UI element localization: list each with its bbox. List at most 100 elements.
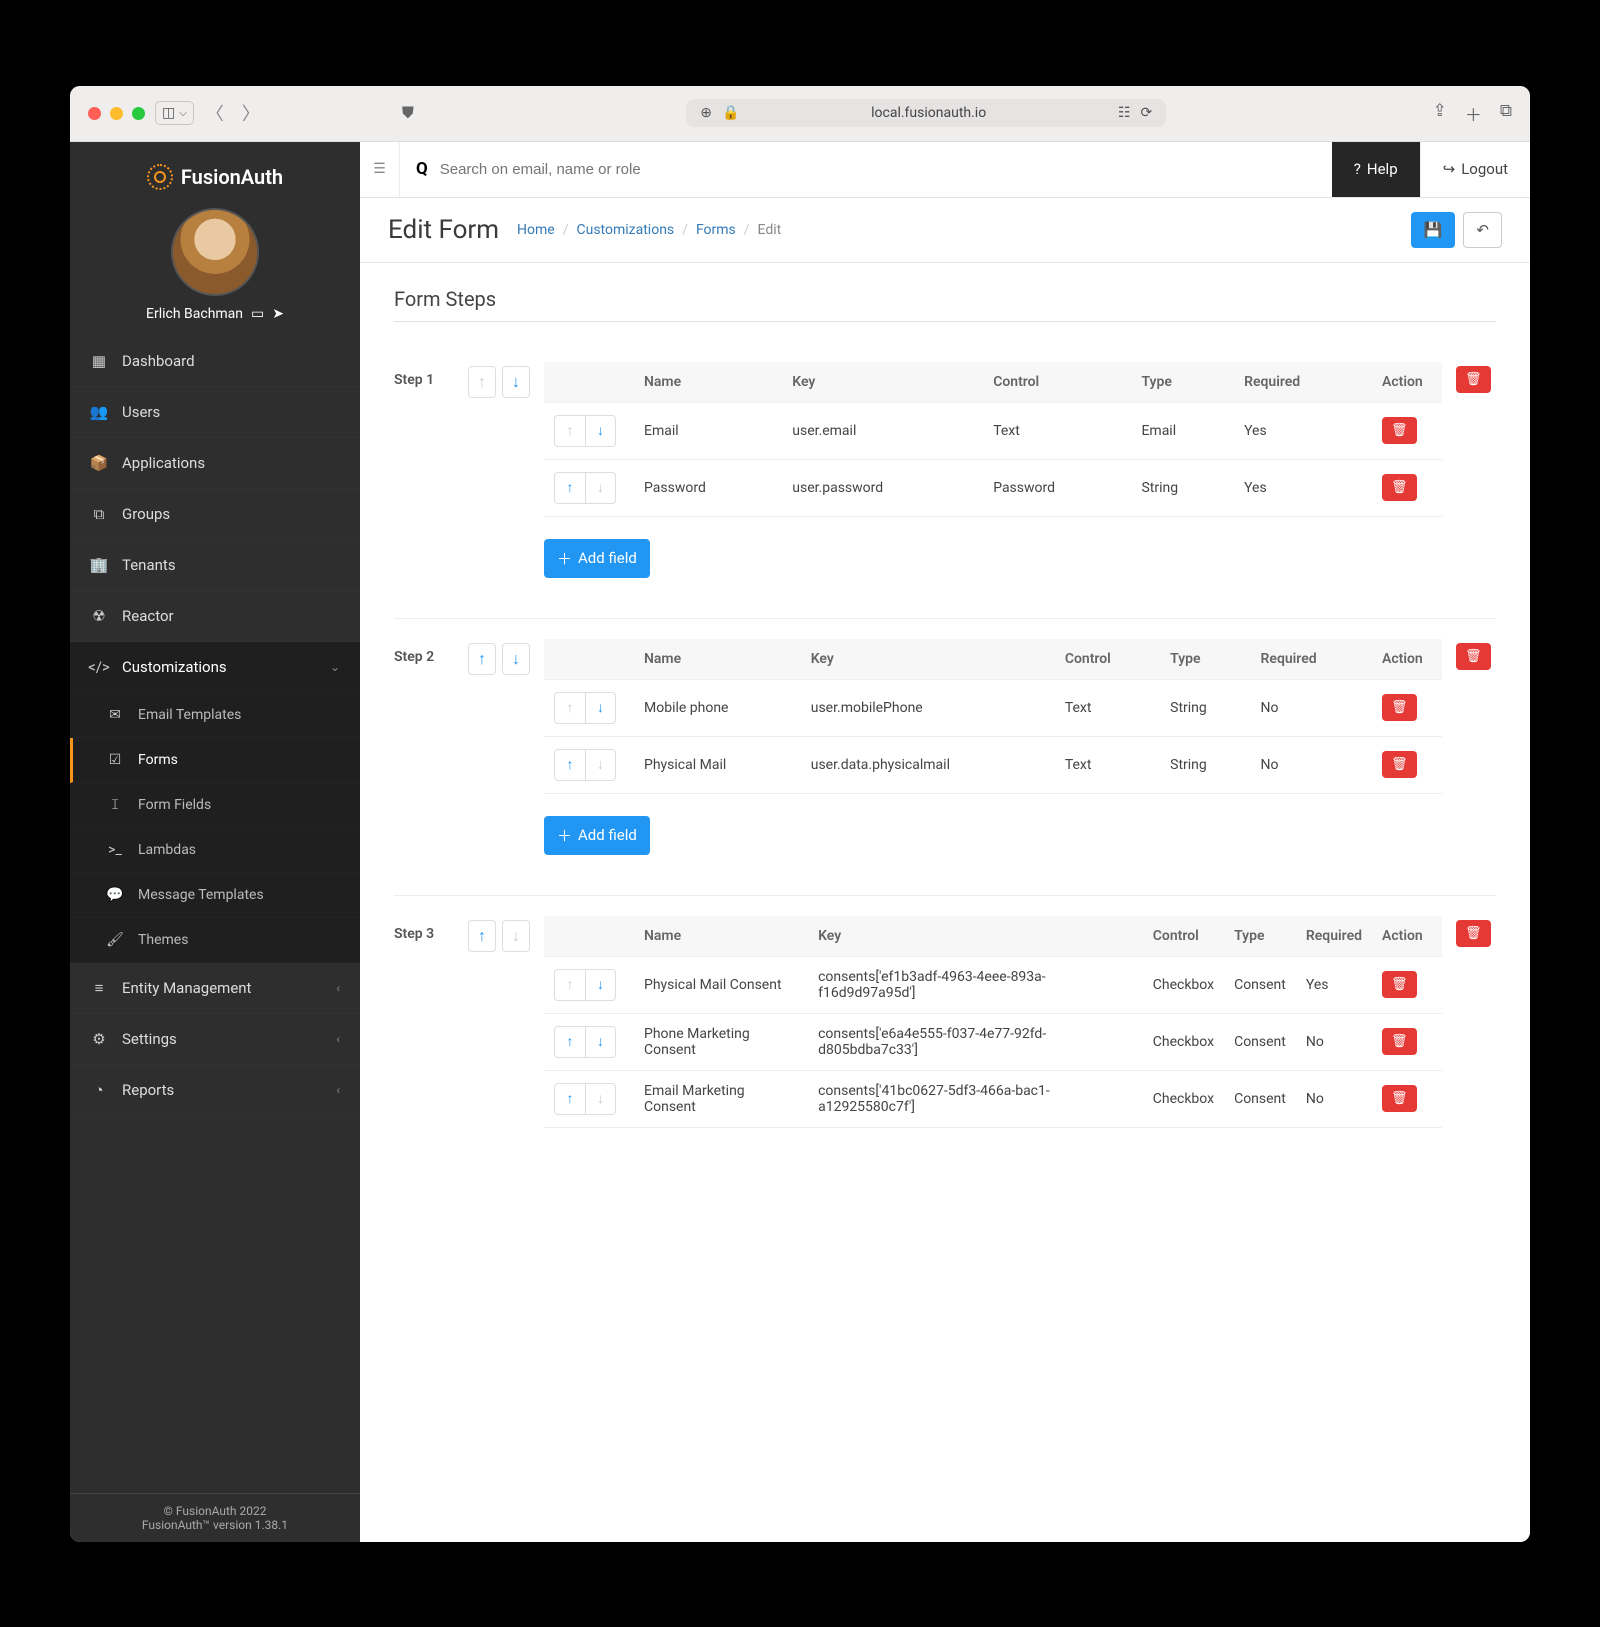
sidebar-item-users[interactable]: 👥Users [70, 387, 360, 438]
field-move-down-button[interactable]: ↓ [585, 416, 615, 446]
sidebar-subitem-email-templates[interactable]: ✉Email Templates [70, 693, 360, 738]
field-reorder: ↑↓ [554, 969, 616, 1001]
delete-field-button[interactable]: 🗑 [1382, 694, 1417, 721]
field-move-down-button[interactable]: ↓ [585, 970, 615, 1000]
cell-name: Physical Mail Consent [634, 956, 808, 1013]
delete-field-button[interactable]: 🗑 [1382, 1085, 1417, 1112]
user-profile[interactable]: Erlich Bachman ▭ ➤ [70, 208, 360, 336]
sidebar-item-customizations[interactable]: </>Customizations⌄ [70, 642, 360, 693]
back-button[interactable]: ↶ [1463, 212, 1502, 248]
field-move-up-button[interactable]: ↑ [555, 1084, 585, 1114]
site-settings-icon[interactable]: ⊕ [700, 105, 712, 121]
nav-icon: 💬 [106, 887, 124, 903]
sidebar-item-dashboard[interactable]: ▦Dashboard [70, 336, 360, 387]
sidebar-item-label: Applications [122, 454, 205, 472]
brand[interactable]: FusionAuth [70, 142, 360, 208]
cell-key: user.data.physicalmail [801, 736, 1055, 793]
field-move-up-button[interactable]: ↑ [555, 1027, 585, 1057]
arrow-up-icon: ↑ [478, 926, 486, 946]
plus-icon: ＋ [557, 825, 572, 846]
arrow-up-icon: ↑ [478, 372, 486, 392]
cell-required: No [1296, 1013, 1372, 1070]
logout-button[interactable]: ↪ Logout [1420, 142, 1530, 197]
new-tab-icon[interactable]: ＋ [1465, 101, 1482, 126]
add-field-button[interactable]: ＋Add field [544, 816, 650, 855]
delete-field-button[interactable]: 🗑 [1382, 1028, 1417, 1055]
delete-step-button[interactable]: 🗑 [1456, 920, 1491, 947]
step-move-up-button[interactable]: ↑ [468, 920, 496, 952]
nav-icon: 🏢 [90, 556, 108, 574]
sidebar-item-applications[interactable]: 📦 Applications [70, 438, 360, 489]
step-reorder: ↑↓ [468, 916, 530, 1128]
nav-icon: ≡ [90, 979, 108, 997]
sidebar-item-entity-management[interactable]: ≡Entity Management‹ [70, 963, 360, 1014]
sidebar-subitem-lambdas[interactable]: >_Lambdas [70, 828, 360, 873]
shield-icon[interactable]: ⛊ [396, 103, 420, 123]
minimize-window-icon[interactable] [110, 107, 123, 120]
window-controls [88, 107, 145, 120]
breadcrumb-home[interactable]: Home [517, 222, 555, 238]
sidebar-subitem-message-templates[interactable]: 💬 Message Templates [70, 873, 360, 918]
sidebar-item-label: Groups [122, 505, 170, 523]
cell-required: Yes [1296, 956, 1372, 1013]
id-card-icon[interactable]: ▭ [251, 306, 264, 322]
reload-icon[interactable]: ⟳ [1140, 105, 1152, 121]
col-type: Type [1160, 639, 1250, 680]
col-key: Key [808, 916, 1143, 957]
field-move-up-button[interactable]: ↑ [555, 473, 585, 503]
tabs-icon[interactable]: ⧉ [1500, 101, 1512, 126]
col-type: Type [1224, 916, 1296, 957]
sidebar-subitem-form-fields[interactable]: 𝙸Form Fields [70, 783, 360, 828]
field-move-up-button[interactable]: ↑ [555, 750, 585, 780]
maximize-window-icon[interactable] [132, 107, 145, 120]
breadcrumb-customizations[interactable]: Customizations [577, 222, 675, 238]
col-key: Key [782, 362, 983, 403]
table-row: ↑↓ Phone Marketing Consent consents['e6a… [544, 1013, 1442, 1070]
delete-field-button[interactable]: 🗑 [1382, 474, 1417, 501]
step-label: Step 3 [394, 916, 454, 1128]
url-bar[interactable]: ⊕ 🔒 local.fusionauth.io ☷ ⟳ [686, 99, 1166, 127]
cell-required: Yes [1234, 459, 1372, 516]
location-icon[interactable]: ➤ [272, 306, 284, 322]
nav-forward-button[interactable]: 〉 [236, 100, 266, 126]
sidebar-subitem-themes[interactable]: 🖌Themes [70, 918, 360, 963]
sidebar-item-reports[interactable]: ◔Reports‹ [70, 1065, 360, 1116]
sidebar-collapse-button[interactable]: ☰ [360, 142, 400, 197]
field-move-down-button[interactable]: ↓ [585, 693, 615, 723]
nav-icon: >_ [106, 842, 124, 858]
sidebar-item-tenants[interactable]: 🏢Tenants [70, 540, 360, 591]
sidebar-item-settings[interactable]: ⚙Settings‹ [70, 1014, 360, 1065]
delete-field-button[interactable]: 🗑 [1382, 417, 1417, 444]
nav-icon: 📦 [90, 454, 108, 472]
browser-sidebar-toggle[interactable]: ◫ ⌵ [155, 101, 194, 125]
field-move-down-button[interactable]: ↓ [585, 1027, 615, 1057]
help-button[interactable]: ? Help [1332, 142, 1420, 197]
sidebar-item-groups[interactable]: ⧉Groups [70, 489, 360, 540]
delete-field-button[interactable]: 🗑 [1382, 751, 1417, 778]
cell-name: Physical Mail [634, 736, 801, 793]
col-key: Key [801, 639, 1055, 680]
add-field-button[interactable]: ＋Add field [544, 539, 650, 578]
sidebar-subitem-forms[interactable]: ☑Forms [70, 738, 360, 783]
save-button[interactable]: 💾 [1411, 212, 1456, 248]
search-input[interactable] [440, 161, 1316, 178]
delete-step-button[interactable]: 🗑 [1456, 366, 1491, 393]
step-move-up-button[interactable]: ↑ [468, 643, 496, 675]
col-required: Required [1234, 362, 1372, 403]
reader-icon[interactable]: ☷ [1118, 105, 1131, 121]
cell-type: String [1160, 679, 1250, 736]
field-move-up-button: ↑ [555, 416, 585, 446]
step-block: Step 2↑↓ Name Key Control Type Required … [394, 618, 1496, 855]
url-text: local.fusionauth.io [749, 105, 1108, 121]
step-move-down-button[interactable]: ↓ [502, 366, 530, 398]
close-window-icon[interactable] [88, 107, 101, 120]
version: FusionAuth™ version 1.38.1 [80, 1518, 350, 1532]
sidebar-item-reactor[interactable]: ☢Reactor [70, 591, 360, 642]
sidebar-item-label: Message Templates [138, 887, 264, 903]
breadcrumb-forms[interactable]: Forms [696, 222, 736, 238]
delete-step-button[interactable]: 🗑 [1456, 643, 1491, 670]
delete-field-button[interactable]: 🗑 [1382, 971, 1417, 998]
share-icon[interactable]: ⇪ [1433, 101, 1447, 126]
nav-back-button[interactable]: 〈 [200, 100, 230, 126]
step-move-down-button[interactable]: ↓ [502, 643, 530, 675]
